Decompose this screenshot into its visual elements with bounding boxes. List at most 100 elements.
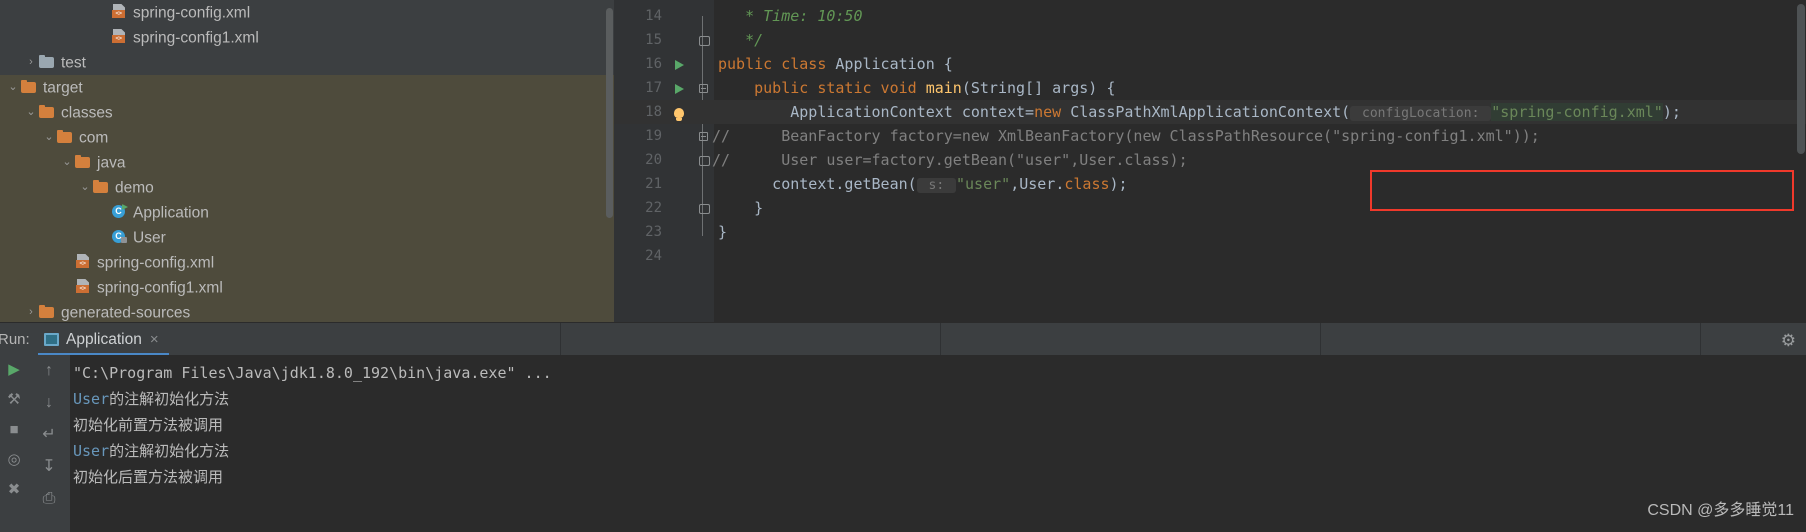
code-text: } xyxy=(718,196,763,220)
tree-item-classes[interactable]: ⌄ classes xyxy=(0,100,614,125)
code-token: new xyxy=(1034,103,1071,121)
soft-wrap-button[interactable]: ↵ xyxy=(28,419,70,451)
run-triangle-icon[interactable] xyxy=(670,52,688,76)
code-text: ApplicationContext context=new ClassPath… xyxy=(718,100,1681,126)
code-line-17[interactable]: 17 public static void main(String[] args… xyxy=(614,76,1806,100)
editor-scrollbar[interactable] xyxy=(1796,0,1806,322)
chevron-right-icon[interactable]: › xyxy=(24,50,38,75)
chevron-down-icon[interactable]: ⌄ xyxy=(6,75,20,100)
tree-item-application[interactable]: Application xyxy=(0,200,614,225)
chevron-down-icon[interactable]: ⌄ xyxy=(42,125,56,150)
code-line-23[interactable]: 23} xyxy=(614,220,1806,244)
project-tree-scrollbar[interactable] xyxy=(605,0,614,322)
tree-item-spring-config-xml[interactable]: spring-config.xml xyxy=(0,0,614,25)
code-line-21[interactable]: 21 context.getBean( s: "user",User.class… xyxy=(614,172,1806,196)
code-text: * Time: 10:50 xyxy=(718,4,862,28)
code-line-15[interactable]: 15 */ xyxy=(614,28,1806,52)
editor-scroll-thumb[interactable] xyxy=(1797,4,1805,154)
close-icon[interactable]: × xyxy=(150,331,159,348)
code-line-19[interactable]: 19// BeanFactory factory=new XmlBeanFact… xyxy=(614,124,1806,148)
scroll-up-button[interactable]: ↑ xyxy=(28,355,70,387)
tree-item-label: spring-config1.xml xyxy=(133,29,259,47)
xml-file-icon xyxy=(110,29,128,45)
tree-item-user[interactable]: User xyxy=(0,225,614,250)
xml-file-icon xyxy=(110,4,128,20)
print-button[interactable]: ⎙ xyxy=(28,483,70,515)
line-number: 19 xyxy=(645,128,662,144)
code-line-20[interactable]: 20// User user=factory.getBean("user",Us… xyxy=(614,148,1806,172)
gear-icon[interactable]: ⚙ xyxy=(1781,331,1796,351)
console-line: 初始化后置方法被调用 xyxy=(70,464,1806,490)
fold-collapse-icon[interactable] xyxy=(696,124,710,148)
code-text: public class Application { xyxy=(718,52,953,76)
chevron-down-icon[interactable]: ⌄ xyxy=(24,100,38,125)
fold-brace-icon[interactable] xyxy=(696,196,710,220)
run-tab-label: Application xyxy=(66,331,142,348)
rerun-button[interactable]: ▶ xyxy=(0,355,28,385)
code-line-18[interactable]: 18 ApplicationContext context=new ClassP… xyxy=(614,100,1806,124)
tree-item-spring-config-xml[interactable]: spring-config.xml xyxy=(0,250,614,275)
code-token: */ xyxy=(718,31,764,49)
run-triangle-icon[interactable] xyxy=(670,76,688,100)
folder-grey-icon xyxy=(38,54,56,70)
scroll-to-end-button[interactable]: ↧ xyxy=(28,451,70,483)
project-tool-window[interactable]: spring-config.xml spring-config1.xml › test… xyxy=(0,0,614,322)
console-identifier: User xyxy=(73,390,110,408)
line-number: 20 xyxy=(645,152,662,168)
tree-item-demo[interactable]: ⌄ demo xyxy=(0,175,614,200)
tree-item-label: spring-config.xml xyxy=(97,254,215,272)
console-output[interactable]: "C:\Program Files\Java\jdk1.8.0_192\bin\… xyxy=(70,355,1806,532)
xml-file-icon xyxy=(74,279,92,295)
code-token: Application xyxy=(835,55,944,73)
console-line: User的注解初始化方法 xyxy=(70,386,1806,412)
code-line-24[interactable]: 24 xyxy=(614,244,1806,268)
run-tool-window: Run: Application × ⚙ ▶ ⚒ ■ ◎ ✖ ↑ ↓ ↵ ↧ ⎙ "C:\Prog… xyxy=(0,322,1806,532)
bulb-icon[interactable] xyxy=(670,100,688,124)
tree-item-spring-config1-xml[interactable]: spring-config1.xml xyxy=(0,275,614,300)
fold-brace-icon[interactable] xyxy=(696,148,710,172)
chevron-right-icon[interactable]: › xyxy=(24,300,38,322)
tree-item-label: target xyxy=(43,79,83,97)
console-identifier: User xyxy=(73,442,110,460)
code-token: "user" xyxy=(956,175,1011,193)
line-number: 15 xyxy=(645,32,662,48)
code-token: User user=factory.getBean("user",User.cl… xyxy=(718,151,1188,169)
folder-orange-icon xyxy=(56,129,74,145)
code-line-16[interactable]: 16 public class Application { xyxy=(614,52,1806,76)
fold-brace-icon[interactable] xyxy=(696,28,710,52)
stop-button[interactable]: ■ xyxy=(0,415,28,445)
code-line-22[interactable]: 22 } xyxy=(614,196,1806,220)
scroll-down-button[interactable]: ↓ xyxy=(28,387,70,419)
camera-button[interactable]: ◎ xyxy=(0,445,28,475)
code-token: { xyxy=(943,55,953,73)
project-tree-scroll-thumb[interactable] xyxy=(606,8,613,218)
tab-separator xyxy=(940,323,941,356)
chevron-down-icon[interactable]: ⌄ xyxy=(78,175,92,200)
tree-item-test[interactable]: › test xyxy=(0,50,614,75)
code-token: context.getBean( xyxy=(718,175,917,193)
console-text: 初始化前置方法被调用 xyxy=(73,416,224,434)
chevron-down-icon[interactable]: ⌄ xyxy=(60,150,74,175)
fold-collapse-icon[interactable] xyxy=(696,76,710,100)
tree-item-com[interactable]: ⌄ com xyxy=(0,125,614,150)
tree-item-label: demo xyxy=(115,179,154,197)
code-token: ApplicationContext context= xyxy=(718,103,1035,121)
tree-item-generated-sources[interactable]: › generated-sources xyxy=(0,300,614,322)
run-toolbar-right: ↑ ↓ ↵ ↧ ⎙ xyxy=(28,355,70,532)
ide-window: spring-config.xml spring-config1.xml › test… xyxy=(0,0,1806,532)
code-token: public class xyxy=(718,55,836,73)
run-tab-bar: Run: Application × ⚙ xyxy=(0,322,1806,356)
code-text: context.getBean( s: "user",User.class); xyxy=(718,172,1128,198)
code-token: ); xyxy=(1109,175,1128,193)
settings-wrench-button[interactable]: ⚒ xyxy=(0,385,28,415)
tree-item-label: User xyxy=(133,229,166,247)
tree-item-java[interactable]: ⌄ java xyxy=(0,150,614,175)
code-line-14[interactable]: 14 * Time: 10:50 xyxy=(614,4,1806,28)
code-editor[interactable]: 14 * Time: 10:50 15 */16 public class Appl… xyxy=(614,0,1806,322)
run-tab-application[interactable]: Application × xyxy=(38,323,169,356)
tree-item-spring-config1-xml[interactable]: spring-config1.xml xyxy=(0,25,614,50)
code-token: public static void xyxy=(754,79,926,97)
tree-item-target[interactable]: ⌄ target xyxy=(0,75,614,100)
close-task-button[interactable]: ✖ xyxy=(0,475,28,505)
